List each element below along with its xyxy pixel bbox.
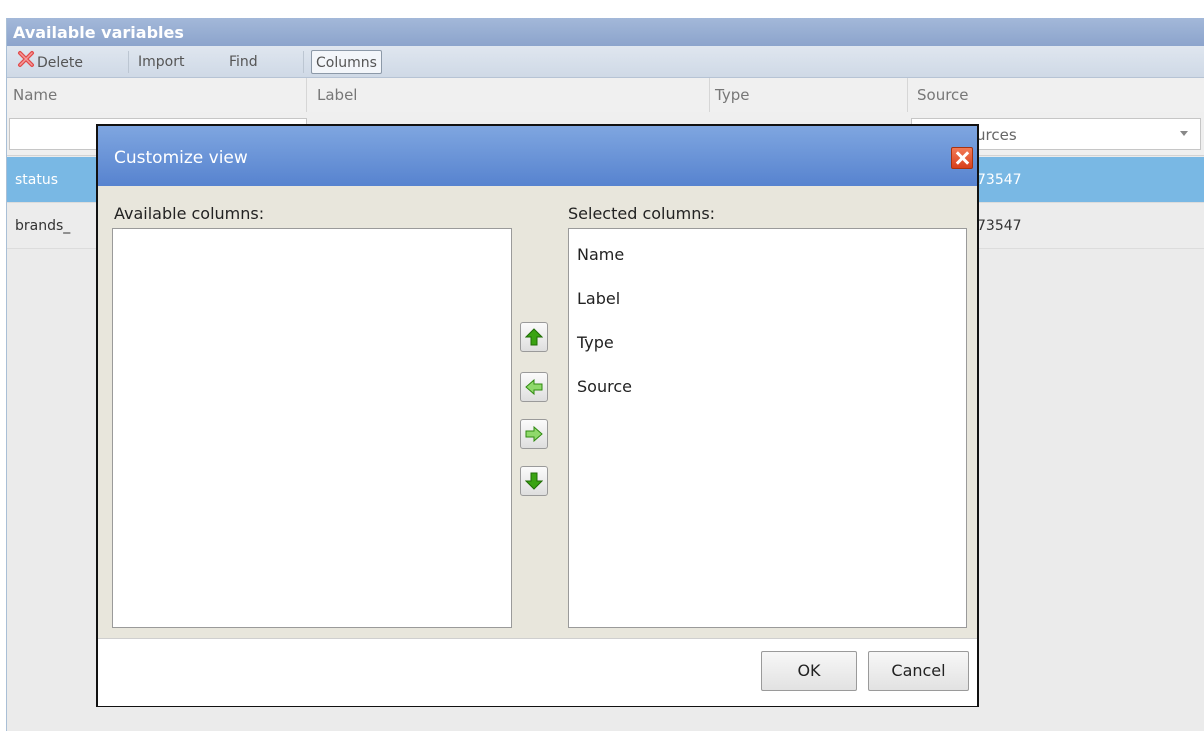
- dialog-title-bar: Customize view: [98, 126, 977, 186]
- cancel-button[interactable]: Cancel: [868, 651, 969, 691]
- available-columns-label: Available columns:: [114, 204, 265, 223]
- column-header-name[interactable]: Name: [7, 78, 57, 112]
- customize-view-dialog: Customize view Available columns: Select…: [96, 124, 979, 707]
- dialog-footer: OK Cancel: [98, 638, 977, 706]
- row-name-cell: status: [15, 172, 59, 188]
- list-item[interactable]: Type: [577, 333, 614, 352]
- column-divider: [306, 78, 307, 112]
- column-header-type[interactable]: Type: [709, 78, 749, 112]
- column-divider: [907, 78, 908, 112]
- list-item[interactable]: Source: [577, 377, 632, 396]
- columns-button[interactable]: Columns: [311, 50, 382, 74]
- dropdown-arrow-icon: [1180, 131, 1188, 136]
- delete-x-icon: [17, 50, 35, 76]
- toolbar-divider: [128, 51, 129, 73]
- list-item[interactable]: Name: [577, 245, 624, 264]
- move-down-icon: [525, 472, 543, 490]
- panel-title: Available variables: [7, 18, 1204, 46]
- toolbar: Delete Import Find Columns: [7, 46, 1204, 78]
- column-header-label[interactable]: Label: [311, 78, 357, 112]
- list-item[interactable]: Label: [577, 289, 620, 308]
- move-left-icon: [525, 378, 543, 396]
- source-filter-value: urces: [976, 126, 1017, 144]
- grid-header: Name Label Type Source: [7, 78, 1204, 113]
- move-up-icon: [525, 328, 543, 346]
- move-left-button[interactable]: [520, 372, 548, 402]
- selected-columns-list[interactable]: Name Label Type Source: [568, 228, 967, 628]
- selected-columns-label: Selected columns:: [568, 204, 716, 223]
- toolbar-divider: [303, 51, 304, 73]
- move-up-button[interactable]: [520, 322, 548, 352]
- column-header-source[interactable]: Source: [911, 78, 969, 112]
- move-right-button[interactable]: [520, 419, 548, 449]
- dialog-title: Customize view: [114, 148, 248, 168]
- find-button[interactable]: Find: [225, 50, 262, 74]
- available-columns-list[interactable]: [112, 228, 512, 628]
- ok-button[interactable]: OK: [761, 651, 857, 691]
- move-down-button[interactable]: [520, 466, 548, 496]
- delete-label: Delete: [37, 55, 83, 71]
- close-icon[interactable]: [951, 147, 973, 169]
- row-name-cell: brands_: [15, 218, 71, 234]
- move-right-icon: [525, 425, 543, 443]
- import-button[interactable]: Import: [134, 50, 188, 74]
- delete-button[interactable]: Delete: [13, 50, 87, 74]
